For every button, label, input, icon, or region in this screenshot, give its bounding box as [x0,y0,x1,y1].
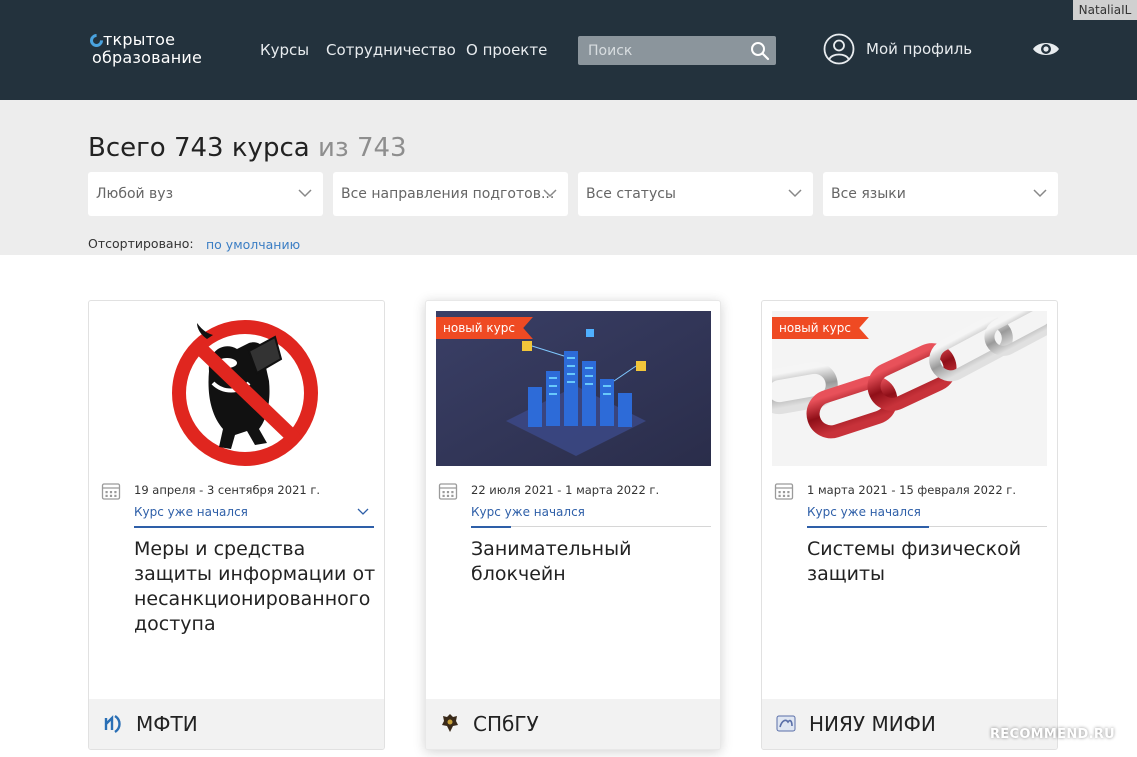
course-image [99,311,374,466]
course-title[interactable]: Системы физической защиты [807,537,1052,587]
card-footer: СПбГУ [426,699,720,749]
nav-courses[interactable]: Курсы [260,40,309,60]
search-icon[interactable] [750,41,770,61]
course-title[interactable]: Меры и средства защиты информации от нес… [134,537,379,637]
my-profile-link[interactable]: Мой профиль [866,39,972,59]
mephi-logo-icon [776,715,796,732]
course-dates: 22 июля 2021 - 1 марта 2022 г. [471,483,660,497]
status-active-bar [807,526,929,528]
chevron-down-icon [298,189,312,198]
calendar-icon [774,483,794,500]
course-card[interactable]: 19 апреля - 3 сентября 2021 г. Курс уже … [88,300,385,750]
chevron-down-icon[interactable] [357,507,369,516]
nav-cooperation[interactable]: Сотрудничество [326,40,456,60]
site-header: ткрытое образование Курсы Сотрудничество… [0,0,1137,100]
new-course-badge: новый курс [772,317,869,339]
course-title[interactable]: Занимательный блокчейн [471,537,716,587]
total-count: Всего 743 курса [88,133,310,163]
search-input[interactable] [578,36,748,65]
sort-label: Отсортировано: [88,236,194,251]
chevron-down-icon [788,189,802,198]
university-name: СПбГУ [473,712,539,736]
total-of-count: из 743 [317,133,407,163]
course-card[interactable]: новый курс 1 марта 2021 - 15 февраля 202… [761,300,1058,750]
status-active-bar [471,526,511,528]
logo-text-line2: образование [92,48,203,67]
nav-about[interactable]: О проекте [466,40,547,60]
filter-university-select[interactable]: Любой вуз [88,172,323,216]
filter-direction-select[interactable]: Все направления подготов... [333,172,568,216]
recommend-watermark: RECOMMEND.RU [990,727,1116,742]
catalog-filter-area: Всего 743 курса из 743 Любой вуз Все нап… [0,100,1137,255]
course-status: Курс уже начался [807,505,921,519]
filter-status-value: Все статусы [586,186,676,202]
profile-icon[interactable] [823,33,855,65]
course-image: новый курс [772,311,1047,466]
filter-language-value: Все языки [831,186,906,202]
mipt-logo-icon [104,715,121,733]
chevron-down-icon [1033,189,1047,198]
chevron-down-icon [543,189,557,198]
eye-icon[interactable] [1032,39,1060,59]
username-overlay: NataliaIL [1073,0,1137,20]
filter-direction-value: Все направления подготов... [341,186,555,202]
filter-university-value: Любой вуз [96,186,174,202]
no-hacker-illustration [99,311,374,466]
course-status[interactable]: Курс уже начался [134,504,248,520]
calendar-icon [101,483,121,500]
filter-status-select[interactable]: Все статусы [578,172,813,216]
course-image: новый курс [436,311,711,466]
status-active-bar [134,526,374,528]
page-title: Всего 743 курса из 743 [88,132,407,164]
course-status: Курс уже начался [471,505,585,519]
university-name: НИЯУ МИФИ [809,712,936,736]
card-footer: МФТИ [89,699,384,749]
sort-option-link[interactable]: по умолчанию [206,237,300,253]
logo-text-line1: ткрытое [103,30,176,49]
new-course-badge: новый курс [436,317,533,339]
filter-language-select[interactable]: Все языки [823,172,1058,216]
calendar-icon [438,483,458,500]
site-logo[interactable]: ткрытое образование [87,30,220,71]
search-box [578,36,776,65]
course-dates: 1 марта 2021 - 15 февраля 2022 г. [807,483,1016,497]
university-name: МФТИ [136,712,198,736]
spbu-crest-icon [442,714,458,732]
course-card[interactable]: новый курс 22 июля 2021 - 1 марта 2022 г… [425,300,721,750]
course-dates: 19 апреля - 3 сентября 2021 г. [134,483,321,497]
